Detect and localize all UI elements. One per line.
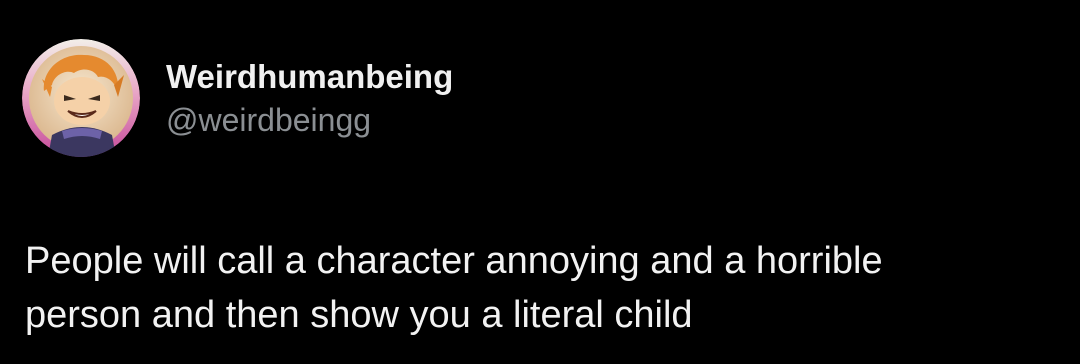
tweet-header: Weirdhumanbeing @weirdbeingg <box>22 39 453 157</box>
cartoon-character-avatar-icon <box>22 39 140 157</box>
tweet-text-line: People will call a character annoying an… <box>25 240 883 282</box>
avatar[interactable] <box>22 39 140 157</box>
tweet-card: Weirdhumanbeing @weirdbeingg People will… <box>0 0 1080 364</box>
user-names: Weirdhumanbeing @weirdbeingg <box>166 56 453 140</box>
tweet-text-line: person and then show you a literal child <box>25 294 693 336</box>
tweet-text: People will call a character annoying an… <box>25 234 1065 342</box>
user-handle[interactable]: @weirdbeingg <box>166 100 453 140</box>
display-name[interactable]: Weirdhumanbeing <box>166 56 453 98</box>
